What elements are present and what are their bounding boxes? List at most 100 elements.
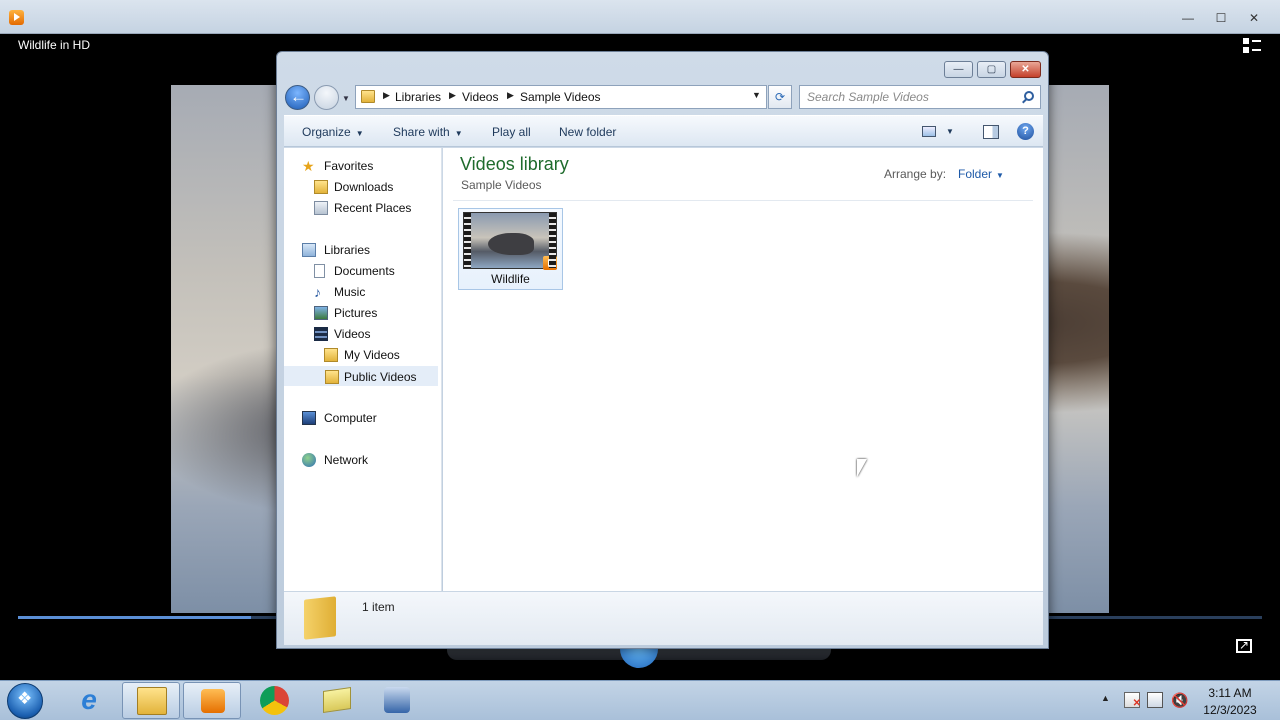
player-titlebar[interactable]: — ☐ ✕ — [0, 0, 1280, 34]
organize-button[interactable]: Organize ▼ — [302, 125, 364, 139]
computer-icon — [302, 411, 316, 425]
video-thumbnail — [463, 212, 557, 270]
action-center-icon[interactable]: ✕ — [1124, 692, 1141, 709]
taskbar-windows-media-player[interactable] — [183, 682, 241, 719]
taskbar-folder-app[interactable] — [307, 682, 365, 719]
search-icon[interactable] — [1024, 91, 1034, 101]
chrome-icon — [260, 686, 289, 715]
navigation-pane: ★ Favorites Downloads Recent Places Libr… — [284, 148, 442, 591]
music-note-icon: ♪ — [314, 284, 321, 300]
player-maximize-button[interactable]: ☐ — [1208, 9, 1234, 27]
nav-item-downloads[interactable]: Downloads — [284, 177, 438, 197]
windows-media-player-icon — [201, 689, 225, 713]
nav-item-label: Downloads — [334, 180, 394, 194]
back-button[interactable] — [285, 85, 310, 110]
library-subtitle: Sample Videos — [461, 178, 542, 192]
nav-item-label: Public Videos — [344, 370, 417, 384]
chevron-down-icon: ▼ — [454, 129, 463, 138]
seek-bar-progress — [18, 616, 251, 619]
explorer-maximize-button[interactable]: ▢ — [977, 61, 1006, 78]
clock-time[interactable]: 3:11 AM — [1190, 686, 1270, 700]
breadcrumb-separator-icon[interactable]: ▶ — [507, 90, 514, 101]
change-view-icon[interactable] — [922, 126, 936, 137]
volume-muted-icon[interactable]: 🔇 — [1171, 692, 1188, 708]
nav-item-label: Libraries — [324, 243, 371, 257]
internet-explorer-icon: e — [81, 684, 97, 715]
breadcrumb-sample-videos[interactable]: Sample Videos — [520, 90, 601, 104]
new-folder-button[interactable]: New folder — [559, 125, 616, 139]
share-with-button[interactable]: Share with ▼ — [393, 125, 463, 139]
view-options-chevron-icon[interactable]: ▼ — [946, 127, 954, 136]
library-title: Videos library — [460, 154, 569, 174]
start-button[interactable] — [7, 683, 43, 719]
nav-item-network[interactable]: Network — [284, 450, 438, 470]
chevron-down-icon: ▼ — [996, 171, 1004, 180]
recent-pages-chevron-icon[interactable]: ▼ — [342, 94, 350, 103]
breadcrumb-separator-icon[interactable]: ▶ — [383, 90, 390, 101]
taskbar-network-tool[interactable] — [368, 682, 426, 719]
nav-item-label: Favorites — [324, 159, 374, 173]
nav-item-recent-places[interactable]: Recent Places — [284, 198, 438, 218]
folder-icon — [324, 348, 338, 362]
nav-item-documents[interactable]: Documents — [284, 261, 438, 281]
arrange-by-dropdown[interactable]: Folder ▼ — [958, 167, 1004, 181]
nav-item-label: Videos — [334, 327, 371, 341]
file-item-wildlife[interactable]: Wildlife — [458, 208, 563, 290]
search-box[interactable] — [799, 85, 1041, 109]
address-history-chevron-icon[interactable]: ▼ — [752, 90, 761, 100]
pictures-icon — [314, 306, 328, 320]
taskbar-internet-explorer[interactable]: e — [60, 682, 118, 719]
breadcrumb-libraries[interactable]: Libraries — [395, 90, 441, 104]
nav-item-label: Music — [334, 285, 366, 299]
taskbar-chrome[interactable] — [245, 682, 303, 719]
nav-item-libraries[interactable]: Libraries — [284, 240, 438, 260]
breadcrumb-separator-icon[interactable]: ▶ — [449, 90, 456, 101]
videos-icon — [314, 327, 328, 341]
file-list-pane[interactable]: Videos library Sample Videos Arrange by:… — [443, 148, 1043, 591]
folder-icon — [325, 370, 339, 384]
help-icon[interactable]: ? — [1017, 123, 1034, 140]
nav-item-label: Documents — [334, 264, 395, 278]
divider — [453, 200, 1033, 201]
network-tool-icon — [384, 687, 410, 713]
play-all-button[interactable]: Play all — [492, 125, 531, 139]
nav-item-label: Recent Places — [334, 201, 412, 215]
nav-item-label: Network — [324, 453, 369, 467]
share-with-label: Share with — [393, 125, 450, 139]
breadcrumb-videos[interactable]: Videos — [462, 90, 498, 104]
player-close-button[interactable]: ✕ — [1241, 9, 1267, 27]
command-bar: Organize ▼ Share with ▼ Play all New folde… — [284, 115, 1043, 147]
arrange-by-label: Arrange by: — [884, 167, 947, 181]
search-input[interactable] — [800, 86, 1005, 108]
star-icon: ★ — [302, 158, 315, 174]
documents-icon — [314, 264, 325, 278]
folder-icon — [304, 596, 336, 640]
mouse-cursor — [857, 459, 867, 477]
player-minimize-button[interactable]: — — [1175, 9, 1201, 27]
video-title: Wildlife in HD — [18, 38, 91, 52]
file-name: Wildlife — [491, 272, 530, 286]
nav-item-computer[interactable]: Computer — [284, 408, 438, 428]
nav-item-pictures[interactable]: Pictures — [284, 303, 438, 323]
explorer-minimize-button[interactable]: — — [944, 61, 973, 78]
nav-item-favorites[interactable]: ★ Favorites — [284, 156, 438, 176]
show-hidden-icons-icon[interactable]: ▲ — [1101, 693, 1110, 703]
explorer-close-button[interactable]: ✕ — [1010, 61, 1041, 78]
nav-item-videos[interactable]: Videos — [284, 324, 438, 344]
network-status-icon[interactable] — [1147, 692, 1163, 708]
arrange-by-value: Folder — [958, 167, 993, 181]
refresh-button[interactable]: ⟳ — [768, 85, 792, 109]
pause-button[interactable] — [620, 646, 658, 668]
downloads-folder-icon — [314, 180, 328, 194]
windows-explorer-icon — [137, 687, 167, 715]
forward-button[interactable] — [314, 85, 339, 110]
address-bar[interactable]: ▶ Libraries ▶ Videos ▶ Sample Videos — [355, 85, 767, 109]
switch-to-library-icon[interactable] — [1243, 38, 1261, 54]
nav-item-public-videos[interactable]: Public Videos — [284, 366, 438, 386]
fullscreen-icon[interactable] — [1236, 638, 1252, 653]
preview-pane-icon[interactable] — [983, 125, 999, 139]
nav-item-music[interactable]: ♪ Music — [284, 282, 438, 302]
taskbar-windows-explorer[interactable] — [122, 682, 180, 719]
clock-date[interactable]: 12/3/2023 — [1190, 703, 1270, 717]
nav-item-my-videos[interactable]: My Videos — [284, 345, 438, 365]
